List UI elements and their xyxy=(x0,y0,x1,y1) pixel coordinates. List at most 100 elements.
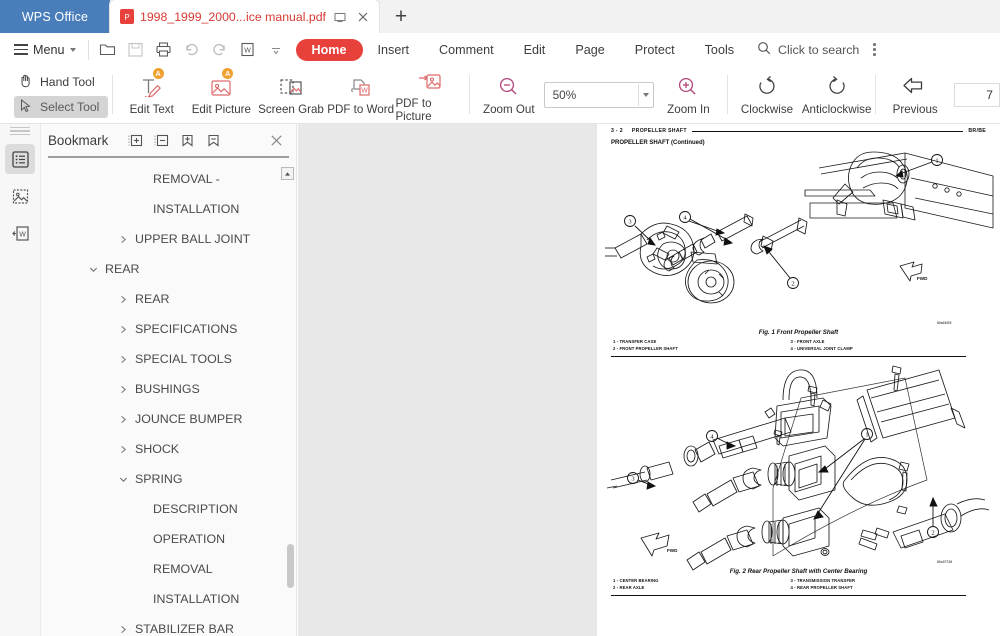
figure-1-fwd-label: FWD xyxy=(917,276,928,281)
bookmark-label: DESCRIPTION xyxy=(153,502,238,516)
chevron-right-icon[interactable] xyxy=(115,235,131,244)
pdf-to-picture-label: PDF to Picture xyxy=(395,96,432,123)
rotate-clockwise-label: Clockwise xyxy=(740,103,794,116)
save-icon[interactable] xyxy=(122,36,150,64)
search-box[interactable]: Click to search xyxy=(757,41,876,58)
bookmark-item-removal-2[interactable]: REMOVAL xyxy=(41,554,297,584)
bookmark-panel-icon[interactable] xyxy=(5,144,35,174)
zoom-in-button[interactable]: Zoom In xyxy=(654,66,724,123)
chevron-down-icon xyxy=(69,47,76,52)
bookmark-item-rear-parent[interactable]: REAR xyxy=(41,254,297,284)
rotate-anticlockwise-label: Anticlockwise xyxy=(801,103,872,116)
chevron-down-icon[interactable] xyxy=(115,475,131,484)
bookmark-label: REAR xyxy=(105,262,140,276)
chevron-down-icon[interactable] xyxy=(85,265,101,274)
close-bookmark-panel-icon[interactable] xyxy=(264,128,288,152)
document-viewer[interactable]: 3 - 2 PROPELLER SHAFT BR/BE PROPELLER SH… xyxy=(298,124,1000,636)
bookmark-item-spring[interactable]: SPRING xyxy=(41,464,297,494)
pdf-page[interactable]: 3 - 2 PROPELLER SHAFT BR/BE PROPELLER SH… xyxy=(597,124,1000,636)
document-tab[interactable]: P 1998_1999_2000...ice manual.pdf xyxy=(110,0,379,33)
bookmark-item-installation-2[interactable]: INSTALLATION xyxy=(41,584,297,614)
bookmark-item-bushings[interactable]: BUSHINGS xyxy=(41,374,297,404)
tab-insert[interactable]: Insert xyxy=(363,39,425,61)
chevron-right-icon[interactable] xyxy=(115,445,131,454)
delete-bookmark-icon[interactable] xyxy=(200,128,226,152)
thumbnail-panel-icon[interactable] xyxy=(5,181,35,211)
bookmark-item-specifications[interactable]: SPECIFICATIONS xyxy=(41,314,297,344)
collapse-all-icon[interactable] xyxy=(148,128,174,152)
print-icon[interactable] xyxy=(150,36,178,64)
panel-drag-handle[interactable] xyxy=(10,127,30,136)
chevron-right-icon[interactable] xyxy=(115,355,131,364)
rotate-anticlockwise-button[interactable]: Anticlockwise xyxy=(802,66,872,123)
tab-comment[interactable]: Comment xyxy=(424,39,509,61)
pdf-to-word-button[interactable]: W PDF to Word xyxy=(326,66,396,123)
bookmark-item-special-tools[interactable]: SPECIAL TOOLS xyxy=(41,344,297,374)
bookmark-item-removal-1[interactable]: REMOVAL - xyxy=(41,164,297,194)
export-word-icon[interactable]: W xyxy=(234,36,262,64)
svg-text:P: P xyxy=(124,13,129,22)
scroll-up-button[interactable] xyxy=(281,167,294,180)
header-rule xyxy=(691,130,964,132)
new-tab-button[interactable]: + xyxy=(379,0,423,33)
kebab-menu-icon[interactable] xyxy=(873,43,876,56)
previous-page-button[interactable]: Previous xyxy=(880,66,950,123)
bookmark-scrollbar-thumb[interactable] xyxy=(287,544,294,588)
add-bookmark-icon[interactable] xyxy=(174,128,200,152)
pdf-to-picture-button[interactable]: PDF to Picture xyxy=(395,66,465,123)
convert-panel-icon[interactable]: W xyxy=(5,218,35,248)
screen-grab-button[interactable]: Screen Grab xyxy=(256,66,326,123)
bookmark-item-description[interactable]: DESCRIPTION xyxy=(41,494,297,524)
tab-edit[interactable]: Edit xyxy=(509,39,561,61)
chevron-right-icon[interactable] xyxy=(115,625,131,634)
chevron-right-icon[interactable] xyxy=(115,415,131,424)
tab-home[interactable]: Home xyxy=(295,38,363,61)
bookmark-label: REMOVAL - xyxy=(153,172,220,186)
search-placeholder-label: Click to search xyxy=(778,42,860,57)
main-menu-button[interactable]: Menu xyxy=(0,33,83,66)
hand-tool-button[interactable]: Hand Tool xyxy=(14,71,108,93)
pdf-file-icon: P xyxy=(120,9,134,24)
svg-text:W: W xyxy=(19,231,26,238)
page-number-input[interactable]: 7 xyxy=(953,82,1000,107)
edit-text-button[interactable]: A Edit Text xyxy=(117,66,187,123)
tab-page[interactable]: Page xyxy=(560,39,619,61)
expand-all-icon[interactable] xyxy=(122,128,148,152)
restore-window-icon[interactable] xyxy=(332,8,349,25)
bookmark-item-shock[interactable]: SHOCK xyxy=(41,434,297,464)
tab-tools[interactable]: Tools xyxy=(690,39,749,61)
edit-picture-button[interactable]: A Edit Picture xyxy=(187,66,257,123)
chevron-right-icon[interactable] xyxy=(115,325,131,334)
redo-icon[interactable] xyxy=(206,36,234,64)
undo-icon[interactable] xyxy=(178,36,206,64)
bookmark-item-stabilizer-bar[interactable]: STABILIZER BAR xyxy=(41,614,297,636)
page-number-label: 3 - 2 xyxy=(611,128,623,134)
figure-1-callout-3: 3 xyxy=(628,218,631,225)
zoom-level-select[interactable]: 50% xyxy=(543,81,654,108)
bookmark-tree[interactable]: REMOVAL - INSTALLATION UPPER BALL JOINT … xyxy=(41,164,297,636)
bookmark-item-operation[interactable]: OPERATION xyxy=(41,524,297,554)
zoom-in-icon xyxy=(674,73,702,100)
figure-1-callout-1: 1 xyxy=(935,157,938,164)
svg-text:W: W xyxy=(244,48,251,55)
bookmark-panel: Bookmark REMOVAL - INSTALLATION UPPER BA… xyxy=(41,124,297,636)
rotate-clockwise-icon xyxy=(753,73,781,100)
open-folder-icon[interactable] xyxy=(94,36,122,64)
customize-caret-icon[interactable] xyxy=(262,36,290,64)
side-icon-rail: W xyxy=(0,124,41,636)
tab-protect[interactable]: Protect xyxy=(620,39,690,61)
bookmark-item-jounce-bumper[interactable]: JOUNCE BUMPER xyxy=(41,404,297,434)
legend-entry: 2 - REAR AXLE xyxy=(613,585,645,591)
pdf-to-picture-icon xyxy=(415,67,445,94)
rotate-clockwise-button[interactable]: Clockwise xyxy=(732,66,802,123)
edit-text-label: Edit Text xyxy=(129,103,174,116)
chevron-right-icon[interactable] xyxy=(115,385,131,394)
bookmark-item-rear[interactable]: REAR xyxy=(41,284,297,314)
chevron-right-icon[interactable] xyxy=(115,295,131,304)
zoom-out-button[interactable]: Zoom Out xyxy=(474,66,544,123)
bookmark-item-installation-1[interactable]: INSTALLATION xyxy=(41,194,297,224)
bookmark-item-upper-ball-joint[interactable]: UPPER BALL JOINT xyxy=(41,224,297,254)
close-icon[interactable] xyxy=(355,8,372,25)
divider xyxy=(112,75,113,114)
select-tool-button[interactable]: Select Tool xyxy=(14,96,108,118)
